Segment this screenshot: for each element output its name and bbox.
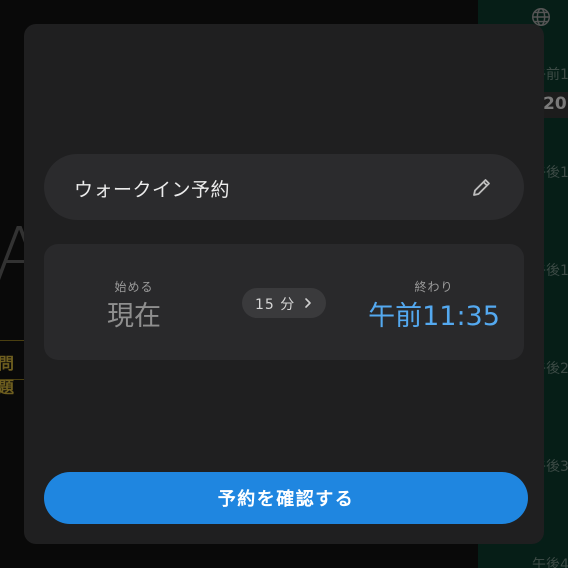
time-range-card: 始める 現在 15 分 終わり 午前11:35 [44, 244, 524, 360]
reservation-name-field[interactable]: ウォークイン予約 [44, 154, 524, 220]
end-time-section[interactable]: 終わり 午前11:35 [344, 278, 524, 334]
duration-label: 15 分 [255, 297, 296, 313]
chevron-right-icon [305, 298, 311, 308]
background-time-label: 午後4 [532, 557, 568, 568]
pencil-icon[interactable] [470, 175, 494, 199]
reservation-name: ウォークイン予約 [74, 179, 231, 201]
start-time-value: 現在 [107, 301, 161, 332]
reservation-dialog: ウォークイン予約 始める 現在 15 分 終わり 午前11:35 予約を確認する [24, 24, 544, 544]
background-chip-label: 問題 [0, 354, 15, 397]
start-caption: 始める [114, 280, 154, 294]
confirm-reservation-button[interactable]: 予約を確認する [44, 472, 528, 524]
start-time-section[interactable]: 始める 現在 [88, 278, 180, 334]
end-caption: 終わり [414, 280, 454, 294]
background-current-time-label: 20 [543, 94, 567, 114]
confirm-reservation-label: 予約を確認する [217, 489, 355, 510]
end-time-value: 午前11:35 [368, 301, 500, 332]
duration-chip[interactable]: 15 分 [242, 288, 326, 318]
